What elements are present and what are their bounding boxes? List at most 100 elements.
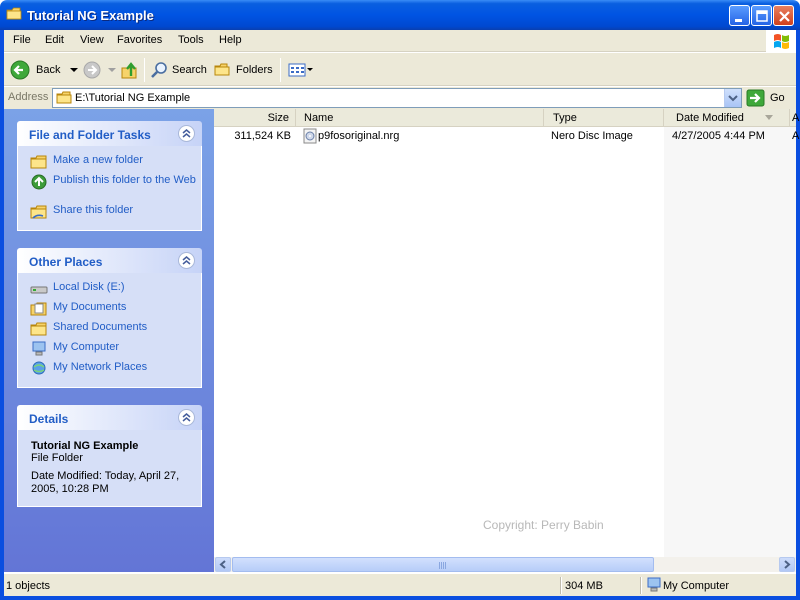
task-publish-web[interactable]: Publish this folder to the Web	[18, 174, 201, 204]
local-disk-icon	[30, 286, 48, 294]
my-computer-icon	[32, 341, 46, 356]
search-button[interactable]: Search	[150, 59, 207, 81]
panel-title: File and Folder Tasks	[29, 128, 151, 142]
up-folder-icon	[121, 62, 137, 79]
details-kind: File Folder	[31, 452, 83, 464]
go-label: Go	[770, 92, 785, 104]
folders-button[interactable]: Folders	[214, 59, 273, 81]
column-name-label: Name	[304, 112, 334, 124]
menu-edit[interactable]: Edit	[45, 34, 64, 46]
horizontal-scrollbar[interactable]	[214, 557, 796, 572]
place-shared-documents[interactable]: Shared Documents	[18, 321, 201, 341]
forward-button[interactable]	[82, 59, 118, 81]
scroll-right-button[interactable]	[779, 557, 795, 572]
collapse-button[interactable]	[178, 125, 195, 142]
back-label: Back	[36, 64, 61, 76]
chevron-down-icon[interactable]	[68, 65, 80, 75]
windows-logo	[766, 30, 796, 52]
place-network-places[interactable]: My Network Places	[18, 361, 201, 381]
menu-view[interactable]: View	[80, 34, 104, 46]
status-objects: 1 objects	[6, 580, 51, 592]
details-modified-2: 2005, 10:28 PM	[31, 483, 109, 495]
chevron-left-icon	[219, 560, 226, 569]
maximize-icon	[756, 10, 768, 22]
collapse-button[interactable]	[178, 252, 195, 269]
double-chevron-up-icon	[182, 256, 191, 265]
close-icon	[779, 11, 790, 22]
task-share-folder[interactable]: Share this folder	[18, 204, 201, 224]
column-date-label: Date Modified	[676, 112, 744, 124]
details-name: Tutorial NG Example	[31, 440, 139, 452]
other-places-panel: Other Places Local Disk (E:) My Document…	[17, 248, 202, 388]
toolbar: Back Search Folders	[4, 53, 796, 86]
close-button[interactable]	[773, 5, 794, 26]
place-label: My Documents	[53, 301, 127, 313]
window-title: Tutorial NG Example	[27, 8, 154, 23]
collapse-button[interactable]	[178, 409, 195, 426]
double-chevron-up-icon	[182, 129, 191, 138]
chevron-right-icon	[784, 560, 791, 569]
menu-favorites[interactable]: Favorites	[117, 34, 162, 46]
windows-flag-icon	[774, 34, 789, 49]
go-button[interactable]: Go	[746, 88, 792, 108]
place-my-documents[interactable]: My Documents	[18, 301, 201, 321]
menu-help[interactable]: Help	[219, 34, 242, 46]
panel-header[interactable]: Other Places	[17, 248, 202, 273]
address-label: Address	[8, 91, 49, 103]
views-button[interactable]	[288, 59, 314, 81]
network-places-icon	[32, 361, 46, 375]
place-label: Shared Documents	[53, 321, 148, 333]
chevron-down-icon[interactable]	[106, 65, 118, 75]
place-my-computer[interactable]: My Computer	[18, 341, 201, 361]
panel-header[interactable]: File and Folder Tasks	[17, 121, 202, 146]
status-size: 304 MB	[565, 580, 603, 592]
sort-descending-icon	[765, 115, 773, 120]
minimize-button[interactable]	[729, 5, 750, 26]
title-bar[interactable]: Tutorial NG Example	[0, 0, 800, 30]
share-folder-icon	[30, 205, 47, 219]
details-modified-1: Date Modified: Today, April 27,	[31, 470, 180, 482]
up-folder-button[interactable]	[120, 59, 140, 81]
file-size: 311,524 KB	[234, 130, 291, 142]
place-label: My Network Places	[53, 361, 148, 373]
address-dropdown-button[interactable]	[724, 89, 741, 107]
status-separator	[640, 577, 642, 594]
search-label: Search	[172, 64, 207, 76]
menu-bar: File Edit View Favorites Tools Help	[4, 30, 796, 52]
panel-header[interactable]: Details	[17, 405, 202, 430]
panel-title: Details	[29, 412, 69, 426]
menu-file[interactable]: File	[13, 34, 31, 46]
back-arrow-icon	[10, 60, 30, 80]
place-label: My Computer	[53, 341, 120, 353]
column-name[interactable]: Name	[296, 109, 544, 126]
column-size[interactable]: Size	[214, 109, 296, 126]
menu-tools[interactable]: Tools	[178, 34, 204, 46]
address-bar: Address E:\Tutorial NG Example Go	[4, 87, 796, 109]
back-button[interactable]: Back	[10, 59, 80, 81]
maximize-button[interactable]	[751, 5, 772, 26]
file-list[interactable]: Size Name Type Date Modified A 311,524 K…	[214, 109, 799, 557]
file-name: p9fosoriginal.nrg	[318, 130, 400, 142]
status-location: My Computer	[663, 580, 730, 592]
chevron-down-icon	[307, 68, 313, 71]
shared-documents-icon	[30, 322, 47, 336]
task-make-new-folder[interactable]: Make a new folder	[18, 154, 201, 174]
address-input[interactable]: E:\Tutorial NG Example	[52, 88, 742, 108]
window-frame-bottom	[0, 596, 800, 600]
file-date: 4/27/2005 4:44 PM	[672, 130, 765, 142]
scroll-thumb[interactable]	[232, 557, 654, 572]
copyright-watermark: Copyright: Perry Babin	[483, 518, 604, 532]
search-icon	[151, 62, 167, 78]
go-arrow-icon	[746, 89, 765, 107]
file-folder-tasks-panel: File and Folder Tasks Make a new folder …	[17, 121, 202, 231]
column-type[interactable]: Type	[544, 109, 664, 126]
toolbar-separator	[280, 58, 281, 82]
scroll-left-button[interactable]	[215, 557, 231, 572]
column-date-modified[interactable]: Date Modified	[664, 109, 790, 126]
panel-body: Make a new folder Publish this folder to…	[17, 146, 202, 231]
place-local-disk[interactable]: Local Disk (E:)	[18, 281, 201, 301]
column-size-label: Size	[267, 112, 289, 124]
column-attributes[interactable]: A	[790, 109, 800, 126]
task-label: Publish this folder to the Web	[53, 174, 196, 186]
new-folder-icon	[30, 155, 47, 169]
